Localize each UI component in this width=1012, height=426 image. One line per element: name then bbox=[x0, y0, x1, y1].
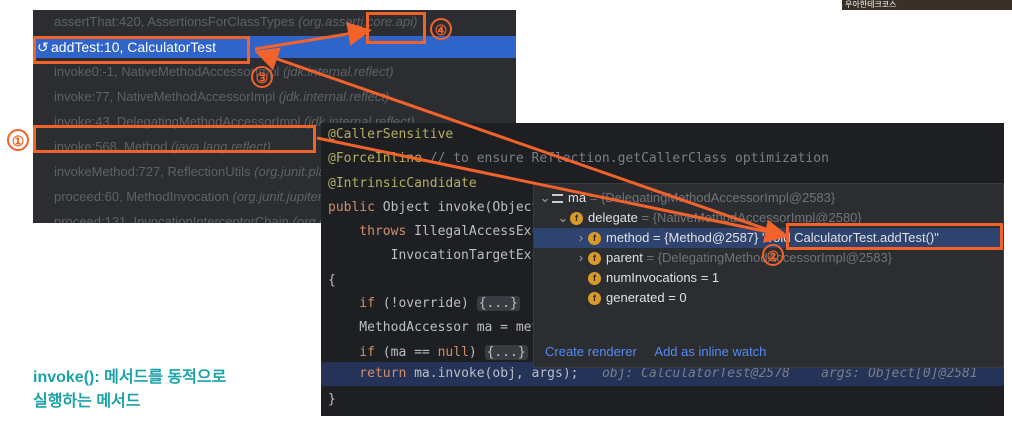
caption-line-1: invoke(): 메서드를 동적으로 bbox=[33, 369, 227, 386]
marker-3: ③ bbox=[251, 66, 273, 88]
slide-caption: invoke(): 메서드를 동적으로 실행하는 메서드 bbox=[33, 366, 226, 414]
marker-1: ① bbox=[7, 129, 29, 151]
marker-2: ② bbox=[762, 244, 784, 266]
arrow-addtest-to-assert bbox=[254, 22, 372, 51]
highlight-addtest-frame bbox=[33, 36, 250, 64]
caption-line-2: 실행하는 메서드 bbox=[33, 393, 141, 410]
arrow-method-to-addtest bbox=[254, 47, 784, 237]
marker-4: ④ bbox=[430, 18, 452, 40]
highlight-invoke-frame bbox=[33, 125, 316, 153]
highlight-assertj bbox=[366, 12, 426, 44]
highlight-method-value bbox=[786, 223, 1003, 250]
